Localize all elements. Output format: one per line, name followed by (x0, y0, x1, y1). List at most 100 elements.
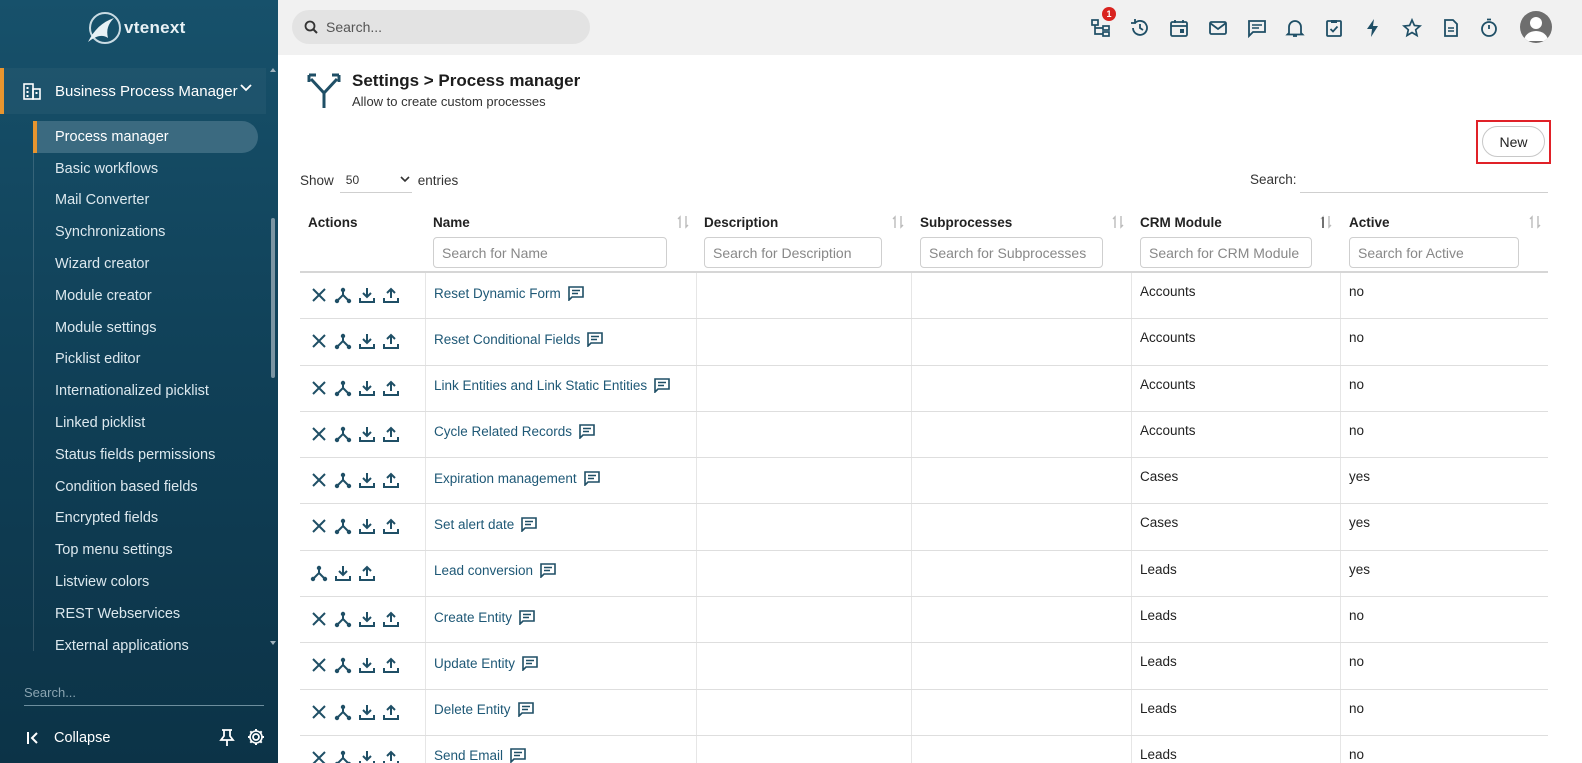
sidebar-item-synchronizations[interactable]: Synchronizations (33, 216, 258, 248)
sidebar-item-status-fields-permissions[interactable]: Status fields permissions (33, 439, 258, 471)
sort-icon[interactable] (1112, 215, 1124, 229)
sidebar-item-rest-webservices[interactable]: REST Webservices (33, 598, 258, 630)
download-icon[interactable] (358, 656, 376, 674)
scroll-down-arrow-icon[interactable] (270, 641, 276, 645)
table-search-input[interactable] (1300, 165, 1548, 193)
delete-icon[interactable] (310, 425, 328, 443)
sidebar-item-picklist-editor[interactable]: Picklist editor (33, 344, 258, 376)
process-name-link[interactable]: Reset Dynamic Form (434, 286, 561, 301)
comment-icon[interactable] (567, 284, 585, 302)
process-name-link[interactable]: Reset Conditional Fields (434, 332, 580, 347)
filter-active-input[interactable] (1349, 237, 1519, 268)
delete-icon[interactable] (310, 610, 328, 628)
download-icon[interactable] (358, 517, 376, 535)
scroll-thumb[interactable] (271, 218, 275, 378)
sidebar-item-mail-converter[interactable]: Mail Converter (33, 185, 258, 217)
upload-icon[interactable] (382, 286, 400, 304)
sidebar-item-module-creator[interactable]: Module creator (33, 280, 258, 312)
process-diagram-icon[interactable] (334, 517, 352, 535)
calendar-icon[interactable] (1160, 14, 1199, 42)
process-diagram-icon[interactable] (334, 332, 352, 350)
filter-description-input[interactable] (704, 237, 882, 268)
sort-icon[interactable] (1529, 215, 1541, 229)
process-diagram-icon[interactable] (334, 379, 352, 397)
history-icon[interactable] (1121, 14, 1160, 42)
upload-icon[interactable] (358, 564, 376, 582)
mail-icon[interactable] (1198, 14, 1237, 42)
comment-icon[interactable] (586, 330, 604, 348)
global-search[interactable] (292, 10, 590, 44)
process-diagram-icon[interactable] (334, 610, 352, 628)
comment-icon[interactable] (539, 562, 557, 580)
comment-icon[interactable] (518, 608, 536, 626)
upload-icon[interactable] (382, 703, 400, 721)
sidebar-item-top-menu-settings[interactable]: Top menu settings (33, 534, 258, 566)
sidebar-item-basic-workflows[interactable]: Basic workflows (33, 153, 258, 185)
process-diagram-icon[interactable] (334, 749, 352, 763)
delete-icon[interactable] (310, 286, 328, 304)
process-name-link[interactable]: Lead conversion (434, 563, 533, 578)
section-business-process-manager[interactable]: Business Process Manager (0, 68, 266, 114)
timer-icon[interactable] (1470, 14, 1509, 42)
pin-icon[interactable] (219, 729, 235, 747)
process-tree-icon[interactable]: 1 (1082, 7, 1121, 42)
comment-icon[interactable] (578, 423, 596, 441)
upload-icon[interactable] (382, 610, 400, 628)
document-icon[interactable] (1431, 14, 1470, 42)
process-name-link[interactable]: Link Entities and Link Static Entities (434, 378, 647, 393)
comment-icon[interactable] (517, 701, 535, 719)
column-description[interactable]: Description (704, 215, 908, 268)
download-icon[interactable] (358, 425, 376, 443)
sidebar-scrollbar[interactable] (270, 68, 276, 653)
process-diagram-icon[interactable] (334, 656, 352, 674)
column-active[interactable]: Active (1349, 215, 1543, 268)
upload-icon[interactable] (382, 656, 400, 674)
process-name-link[interactable]: Delete Entity (434, 702, 511, 717)
lightning-icon[interactable] (1354, 14, 1393, 42)
sidebar-item-listview-colors[interactable]: Listview colors (33, 566, 258, 598)
delete-icon[interactable] (310, 332, 328, 350)
logo[interactable]: vtenext (84, 6, 186, 50)
sidebar-search-input[interactable] (24, 680, 264, 706)
process-name-link[interactable]: Create Entity (434, 610, 512, 625)
comment-icon[interactable] (520, 515, 538, 533)
sidebar-item-internationalized-picklist[interactable]: Internationalized picklist (33, 375, 258, 407)
upload-icon[interactable] (382, 379, 400, 397)
process-diagram-icon[interactable] (310, 564, 328, 582)
delete-icon[interactable] (310, 703, 328, 721)
delete-icon[interactable] (310, 471, 328, 489)
sort-icon[interactable] (892, 215, 904, 229)
global-search-input[interactable] (326, 19, 566, 35)
chat-icon[interactable] (1237, 14, 1276, 42)
collapse-left-icon[interactable] (26, 731, 40, 745)
process-diagram-icon[interactable] (334, 471, 352, 489)
download-icon[interactable] (358, 749, 376, 763)
download-icon[interactable] (334, 564, 352, 582)
process-diagram-icon[interactable] (334, 425, 352, 443)
download-icon[interactable] (358, 286, 376, 304)
download-icon[interactable] (358, 379, 376, 397)
column-subprocesses[interactable]: Subprocesses (920, 215, 1128, 268)
process-name-link[interactable]: Send Email (434, 748, 503, 763)
delete-icon[interactable] (310, 749, 328, 763)
scroll-up-arrow-icon[interactable] (270, 68, 276, 72)
upload-icon[interactable] (382, 332, 400, 350)
process-name-link[interactable]: Update Entity (434, 656, 515, 671)
comment-icon[interactable] (653, 377, 671, 395)
download-icon[interactable] (358, 332, 376, 350)
delete-icon[interactable] (310, 656, 328, 674)
download-icon[interactable] (358, 703, 376, 721)
sort-icon[interactable] (677, 215, 689, 229)
task-check-icon[interactable] (1315, 14, 1354, 42)
download-icon[interactable] (358, 471, 376, 489)
gear-icon[interactable] (247, 728, 265, 746)
upload-icon[interactable] (382, 425, 400, 443)
sidebar-item-module-settings[interactable]: Module settings (33, 312, 258, 344)
sidebar-item-linked-picklist[interactable]: Linked picklist (33, 407, 258, 439)
filter-subprocesses-input[interactable] (920, 237, 1103, 268)
upload-icon[interactable] (382, 471, 400, 489)
sidebar-item-encrypted-fields[interactable]: Encrypted fields (33, 503, 258, 535)
bell-icon[interactable] (1276, 14, 1315, 42)
column-crm-module[interactable]: CRM Module (1140, 215, 1336, 268)
download-icon[interactable] (358, 610, 376, 628)
